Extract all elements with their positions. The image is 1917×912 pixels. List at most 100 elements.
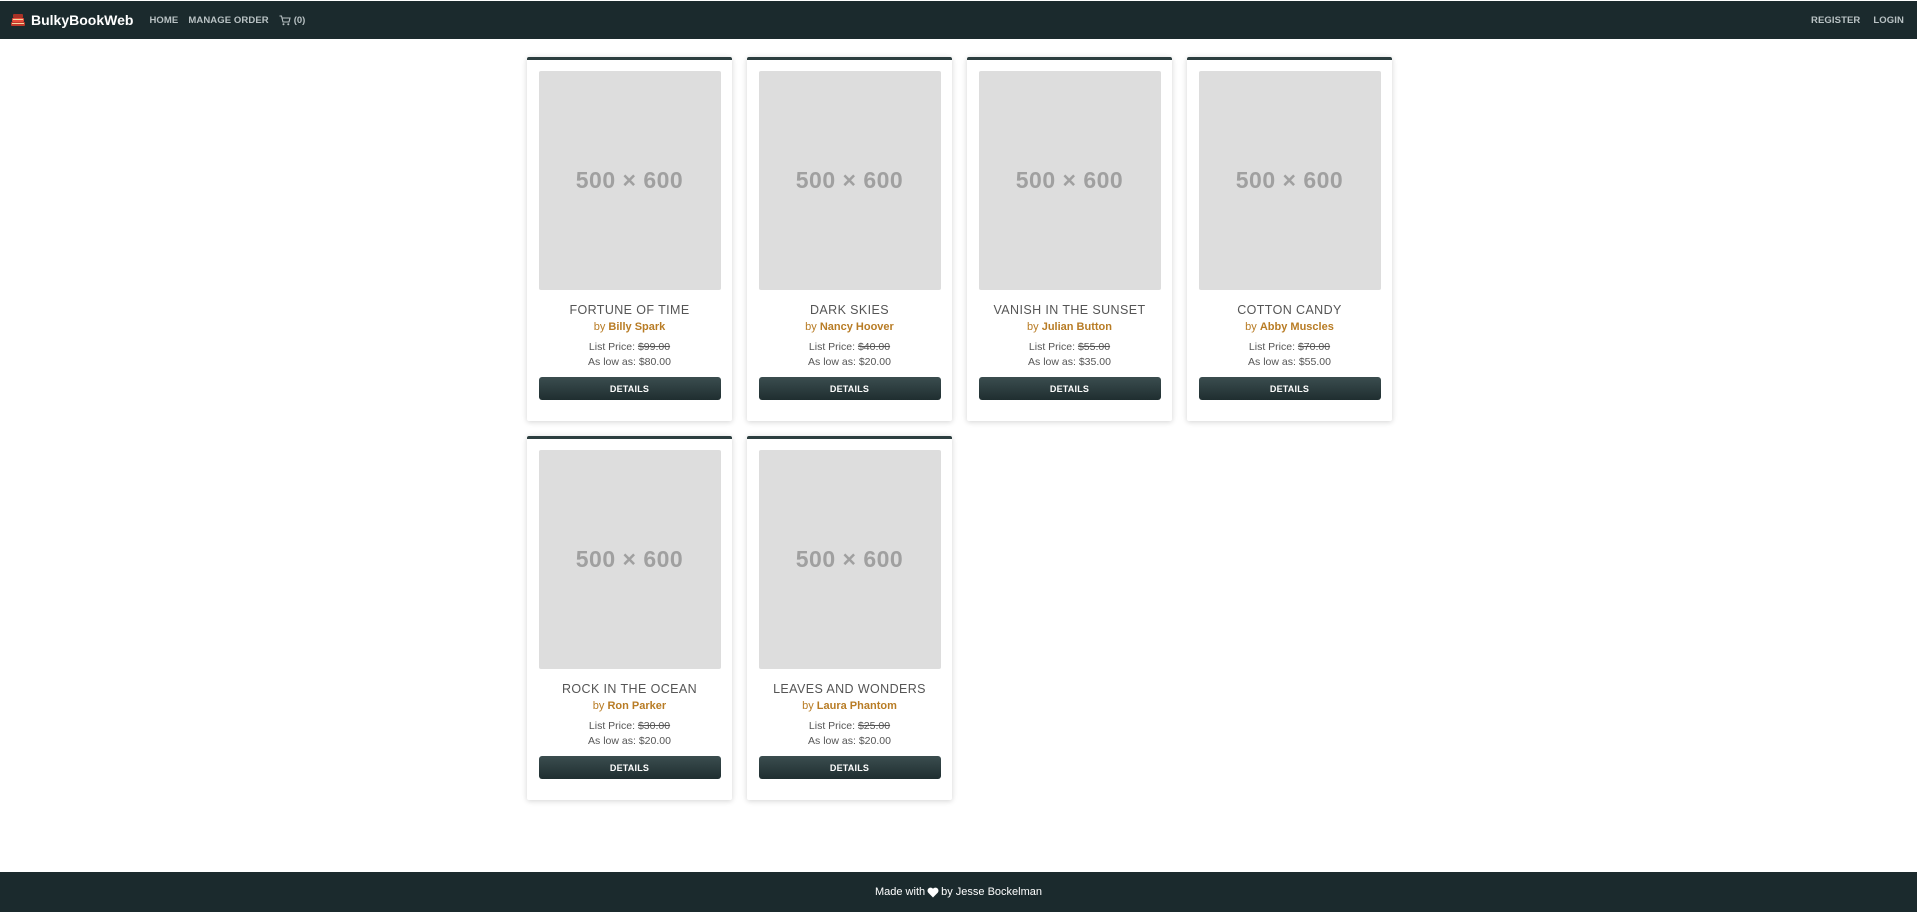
image-size-label: 500 × 600: [1015, 167, 1124, 193]
author-name: Julian Button: [1041, 321, 1112, 333]
product-author: by Billy Spark: [594, 321, 666, 333]
cart-icon: [279, 14, 291, 26]
product-title: LEAVES AND WONDERS: [773, 682, 926, 696]
nav-links: HOME MANAGE ORDER (0): [149, 15, 305, 26]
list-price-label: List Price:: [588, 720, 636, 732]
author-name: Abby Muscles: [1259, 321, 1334, 333]
list-price-label: List Price:: [1248, 341, 1296, 353]
by-label: by: [593, 321, 606, 333]
product-title: VANISH IN THE SUNSET: [993, 303, 1146, 317]
product-author: by Laura Phantom: [802, 700, 897, 712]
low-price-value: $55.00: [1298, 356, 1331, 368]
list-price-value: $25.00: [857, 720, 891, 732]
nav-manage-order-link[interactable]: MANAGE ORDER: [188, 15, 268, 26]
by-label: by: [1027, 321, 1039, 333]
author-name: Laura Phantom: [816, 700, 897, 712]
low-price-label: As low as:: [1248, 356, 1296, 368]
product-author: by Abby Muscles: [1245, 321, 1334, 333]
product-title: FORTUNE OF TIME: [569, 303, 690, 317]
product-image-placeholder: 500 × 600: [538, 71, 721, 290]
product-card: 500 × 600 LEAVES AND WONDERS by Laura Ph…: [747, 436, 952, 800]
product-card: 500 × 600 ROCK IN THE OCEAN by Ron Parke…: [527, 436, 732, 800]
low-price-value: $20.00: [858, 356, 891, 368]
cart-count: (0): [293, 14, 306, 26]
list-price-value: $70.00: [1297, 341, 1331, 353]
image-size-label: 500 × 600: [575, 167, 684, 193]
low-price-value: $80.00: [638, 356, 671, 368]
list-price: List Price: $55.00: [1029, 341, 1110, 353]
image-size-label: 500 × 600: [1235, 167, 1344, 193]
image-size-label: 500 × 600: [795, 546, 904, 572]
nav-cart-link[interactable]: (0): [279, 14, 306, 26]
low-price-label: As low as:: [808, 356, 856, 368]
list-price: List Price: $70.00: [1249, 341, 1330, 353]
product-author: by Julian Button: [1027, 321, 1112, 333]
list-price-label: List Price:: [808, 720, 856, 732]
author-name: Nancy Hoover: [819, 321, 894, 333]
low-price: As low as: $20.00: [808, 735, 891, 747]
low-price-label: As low as:: [588, 735, 636, 747]
page-footer: Made with by Jesse Bockelman: [0, 872, 1917, 912]
low-price: As low as: $20.00: [588, 735, 671, 747]
product-card: 500 × 600 COTTON CANDY by Abby Muscles L…: [1187, 57, 1392, 421]
by-label: by: [805, 321, 817, 333]
product-card: 500 × 600 FORTUNE OF TIME by Billy Spark…: [527, 57, 732, 421]
author-name: Billy Spark: [608, 321, 666, 333]
top-navbar: BulkyBookWeb HOME MANAGE ORDER (0) REGIS…: [0, 1, 1917, 39]
list-price-label: List Price:: [1028, 341, 1076, 353]
list-price: List Price: $99.00: [589, 341, 670, 353]
details-button[interactable]: DETAILS: [1198, 377, 1381, 400]
product-author: by Ron Parker: [593, 700, 666, 712]
brand-name: BulkyBookWeb: [31, 12, 134, 28]
by-label: by: [1245, 321, 1257, 333]
footer-suffix: by Jesse Bockelman: [941, 886, 1043, 898]
list-price-value: $40.00: [857, 341, 891, 353]
author-name: Ron Parker: [607, 700, 667, 712]
low-price-value: $20.00: [858, 735, 891, 747]
product-title: ROCK IN THE OCEAN: [561, 682, 698, 696]
details-button[interactable]: DETAILS: [758, 377, 941, 400]
brand-link[interactable]: BulkyBookWeb: [9, 11, 133, 29]
list-price-label: List Price:: [588, 341, 636, 353]
product-card: 500 × 600 DARK SKIES by Nancy Hoover Lis…: [747, 57, 952, 421]
nav-login-link[interactable]: LOGIN: [1873, 15, 1904, 26]
footer-prefix: Made with: [874, 886, 926, 898]
product-title: DARK SKIES: [809, 303, 890, 317]
book-stack-icon: [9, 11, 27, 29]
details-button[interactable]: DETAILS: [538, 377, 721, 400]
list-price: List Price: $40.00: [809, 341, 890, 353]
image-size-label: 500 × 600: [575, 546, 684, 572]
nav-home-link[interactable]: HOME: [149, 15, 178, 26]
low-price-label: As low as:: [808, 735, 856, 747]
product-image-placeholder: 500 × 600: [978, 71, 1161, 290]
low-price: As low as: $55.00: [1248, 356, 1331, 368]
low-price-label: As low as:: [588, 356, 636, 368]
low-price: As low as: $35.00: [1028, 356, 1111, 368]
low-price-label: As low as:: [1028, 356, 1076, 368]
low-price: As low as: $20.00: [808, 356, 891, 368]
product-author: by Nancy Hoover: [805, 321, 894, 333]
product-image-placeholder: 500 × 600: [758, 71, 941, 290]
low-price-value: $20.00: [638, 735, 671, 747]
low-price-value: $35.00: [1078, 356, 1111, 368]
product-grid: 500 × 600 FORTUNE OF TIME by Billy Spark…: [527, 57, 1393, 800]
details-button[interactable]: DETAILS: [538, 756, 721, 779]
details-button[interactable]: DETAILS: [978, 377, 1161, 400]
product-card: 500 × 600 VANISH IN THE SUNSET by Julian…: [967, 57, 1172, 421]
product-title: COTTON CANDY: [1237, 303, 1342, 317]
list-price: List Price: $30.00: [589, 720, 670, 732]
list-price-value: $99.00: [637, 341, 671, 353]
image-size-label: 500 × 600: [795, 167, 904, 193]
product-image-placeholder: 500 × 600: [758, 450, 941, 669]
low-price: As low as: $80.00: [588, 356, 671, 368]
details-button[interactable]: DETAILS: [758, 756, 941, 779]
by-label: by: [592, 700, 605, 712]
list-price: List Price: $25.00: [809, 720, 890, 732]
heart-icon: [927, 887, 939, 898]
by-label: by: [802, 700, 814, 712]
product-image-placeholder: 500 × 600: [538, 450, 721, 669]
list-price-value: $30.00: [637, 720, 671, 732]
nav-register-link[interactable]: REGISTER: [1811, 15, 1860, 26]
list-price-value: $55.00: [1077, 341, 1111, 353]
list-price-label: List Price:: [808, 341, 856, 353]
